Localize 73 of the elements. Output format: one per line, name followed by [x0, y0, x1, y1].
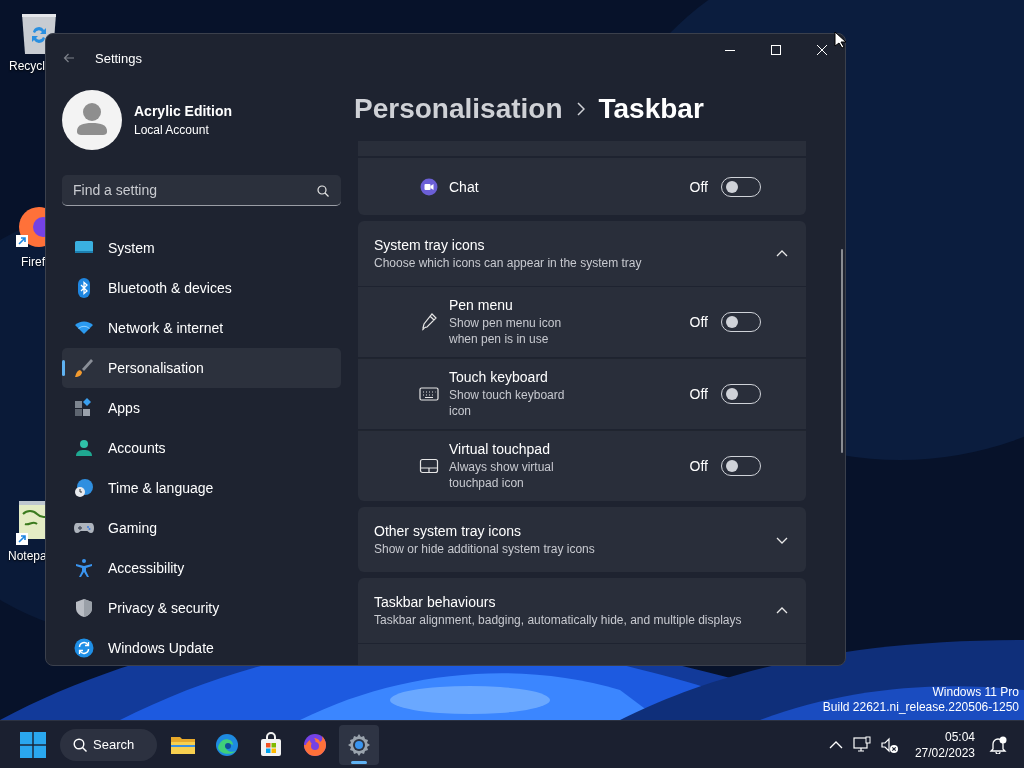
person-icon — [74, 438, 94, 458]
section-description: Taskbar alignment, badging, automatically hide, and multiple displays — [374, 613, 743, 627]
nav-item[interactable]: Windows Update — [62, 628, 341, 665]
page-title: Taskbar — [598, 93, 704, 125]
cursor-icon — [834, 31, 846, 49]
notification-bell-icon[interactable] — [989, 735, 1007, 754]
taskbar-app-button[interactable] — [339, 724, 379, 765]
setting-description: Show touch keyboard icon — [449, 387, 566, 419]
section-title: System tray icons — [374, 237, 486, 253]
chat-icon — [419, 176, 439, 197]
chevron-up-icon[interactable] — [828, 739, 843, 750]
pen-icon — [419, 312, 439, 332]
close-icon — [817, 45, 827, 55]
setting-label: Pen menu — [449, 297, 514, 313]
expander-header[interactable]: Taskbar behaviours Taskbar alignment, badging, automatically hide, and multiple displays — [358, 578, 806, 643]
toggle-state: Off — [689, 178, 708, 195]
account-name: Acrylic Edition — [134, 103, 233, 119]
search-icon — [317, 185, 329, 197]
section-description: Show or hide additional system tray icons — [374, 542, 596, 556]
scrollbar[interactable] — [841, 249, 843, 453]
nav-item[interactable]: Personalisation — [62, 348, 341, 388]
chevron-right-icon — [576, 102, 585, 116]
accessibility-icon — [74, 558, 94, 578]
muted-speaker-icon[interactable] — [880, 735, 899, 754]
desktop-icon-label[interactable]: Firef — [21, 255, 45, 269]
refresh-icon — [74, 638, 94, 658]
clock-time[interactable]: 05:04 — [944, 728, 975, 745]
toggle-state: Off — [689, 458, 708, 474]
nav-item[interactable]: Network & internet — [62, 308, 341, 348]
touchpad-icon — [419, 456, 439, 476]
breadcrumb-link[interactable]: Personalisation — [354, 93, 563, 125]
nav-item[interactable]: Time & language — [62, 468, 341, 508]
search-field[interactable]: Find a setting — [62, 175, 341, 206]
setting-label: Chat — [449, 178, 480, 195]
setting-label: Touch keyboard — [449, 369, 549, 385]
expander-header[interactable]: System tray icons Choose which icons can appear in the system tray — [358, 221, 806, 286]
avatar-icon — [62, 90, 122, 150]
nav-item[interactable]: Accessibility — [62, 548, 341, 588]
maximize-icon — [771, 45, 781, 55]
section-title: Taskbar behaviours — [374, 594, 497, 610]
window-title: Settings — [95, 50, 142, 66]
shield-icon — [74, 598, 94, 618]
chevron-up-icon[interactable] — [776, 605, 788, 616]
setting-description: Always show virtual touchpad icon — [449, 459, 555, 491]
watermark-text: Build 22621.ni_release.220506-1250 — [822, 700, 1019, 715]
expander-header[interactable]: Other system tray icons Show or hide additional system tray icons — [358, 507, 806, 572]
toggle-state: Off — [689, 314, 708, 330]
toggle-state: Off — [689, 386, 708, 402]
clock-date[interactable]: 27/02/2023 — [914, 744, 975, 761]
nav-item[interactable]: Apps — [62, 388, 341, 428]
account-type: Local Account — [134, 123, 210, 137]
nav-item[interactable]: Gaming — [62, 508, 341, 548]
back-arrow-icon[interactable] — [63, 52, 75, 64]
setting-description: Show pen menu icon when pen is in use — [449, 315, 563, 347]
nav-item[interactable]: Privacy & security — [62, 588, 341, 628]
network-icon[interactable] — [852, 735, 871, 754]
taskbar-search-button[interactable]: Search — [60, 728, 157, 761]
keyboard-icon — [419, 384, 439, 404]
setting-label: Virtual touchpad — [449, 441, 551, 457]
apps-grid-icon — [74, 398, 94, 418]
search-icon — [73, 737, 87, 752]
notepad-icon[interactable] — [15, 500, 45, 547]
watermark-text: Windows 11 Pro — [932, 685, 1019, 700]
section-title: Other system tray icons — [374, 523, 523, 539]
section-description: Choose which icons can appear in the system tray — [374, 256, 643, 270]
nav-item[interactable]: Accounts — [62, 428, 341, 468]
start-icon[interactable] — [20, 731, 46, 758]
nav-item[interactable]: System — [62, 228, 341, 268]
chevron-up-icon[interactable] — [776, 248, 788, 259]
nav-item[interactable]: Bluetooth & devices — [62, 268, 341, 308]
desktop-icon-label[interactable]: Recycl — [9, 59, 45, 73]
paintbrush-icon — [74, 358, 94, 378]
globe-clock-icon — [74, 478, 94, 498]
